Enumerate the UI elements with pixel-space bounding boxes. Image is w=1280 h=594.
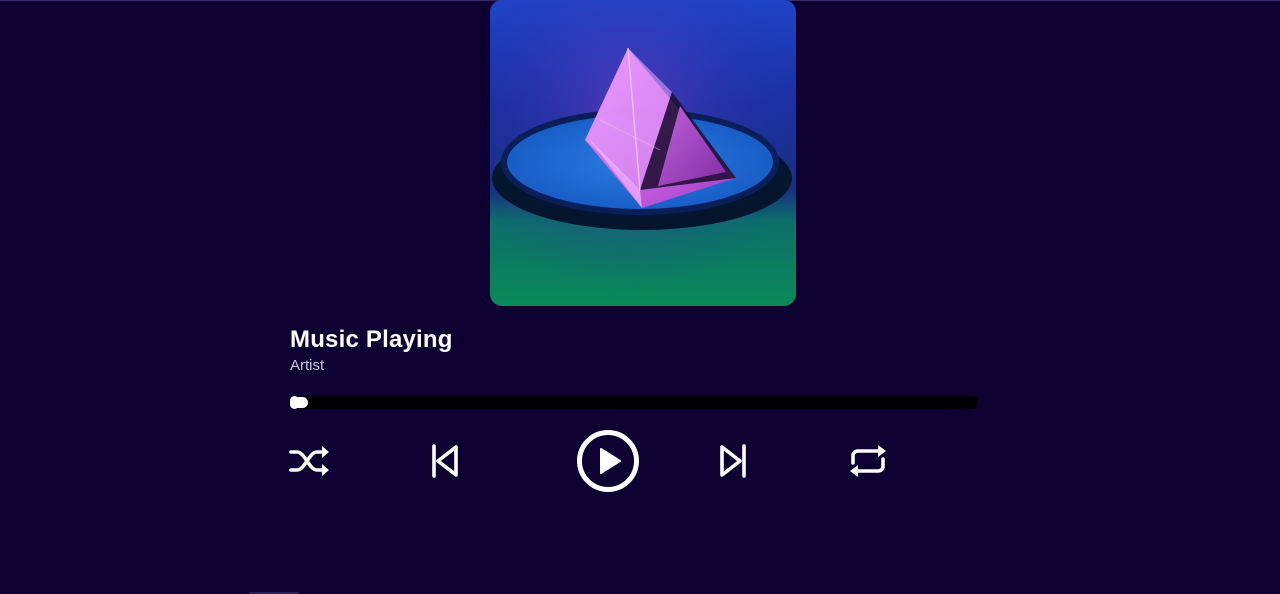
repeat-button[interactable] [846, 440, 890, 482]
album-cover-image [490, 0, 796, 306]
progress-bar[interactable] [290, 396, 978, 409]
shuffle-button[interactable] [286, 440, 332, 482]
next-button[interactable] [714, 440, 754, 482]
previous-button[interactable] [424, 440, 464, 482]
skip-previous-icon [428, 443, 460, 479]
progress-thumb[interactable] [290, 397, 308, 408]
play-circle-icon [576, 429, 640, 493]
play-button[interactable] [576, 429, 640, 493]
repeat-icon [847, 441, 889, 481]
track-artist: Artist [290, 357, 325, 374]
track-title: Music Playing [290, 326, 453, 353]
skip-next-icon [718, 443, 750, 479]
shuffle-icon [287, 441, 331, 481]
